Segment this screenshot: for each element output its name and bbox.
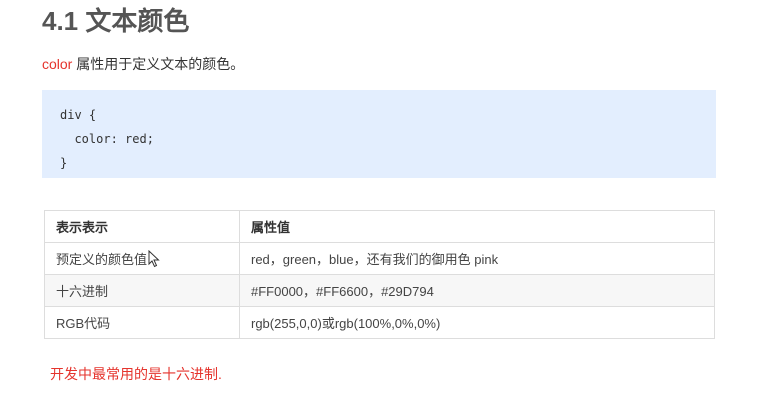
table-header-cell: 表示表示 <box>44 210 240 243</box>
code-line: color: red; <box>60 132 154 146</box>
table-cell: #FF0000，#FF6600，#29D794 <box>239 274 715 307</box>
table-header-row: 表示表示 属性值 <box>44 210 715 243</box>
mouse-cursor-icon <box>148 250 160 268</box>
code-block: div { color: red;} <box>42 90 716 178</box>
table-cell: 预定义的颜色值 <box>44 242 240 275</box>
table-cell: 十六进制 <box>44 274 240 307</box>
intro-text: 属性用于定义文本的颜色。 <box>72 56 245 72</box>
section-heading: 4.1 文本颜色 <box>42 6 190 36</box>
note-text: 开发中最常用的是十六进制. <box>50 366 222 382</box>
table-row: RGB代码 rgb(255,0,0)或rgb(100%,0%,0%) <box>44 306 715 339</box>
table-row: 预定义的颜色值 red，green，blue，还有我们的御用色 pink <box>44 242 715 275</box>
table-cell: red，green，blue，还有我们的御用色 pink <box>239 242 715 275</box>
color-keyword: color <box>42 56 73 72</box>
intro-paragraph: color 属性用于定义文本的颜色。 <box>42 54 244 74</box>
table-header-cell: 属性值 <box>239 210 715 243</box>
code-line: div { <box>60 108 97 122</box>
table-row: 十六进制 #FF0000，#FF6600，#29D794 <box>44 274 715 307</box>
table-cell: RGB代码 <box>44 306 240 339</box>
code-line: } <box>60 156 68 170</box>
table-cell: rgb(255,0,0)或rgb(100%,0%,0%) <box>239 306 715 339</box>
color-values-table: 表示表示 属性值 预定义的颜色值 red，green，blue，还有我们的御用色… <box>44 210 715 339</box>
